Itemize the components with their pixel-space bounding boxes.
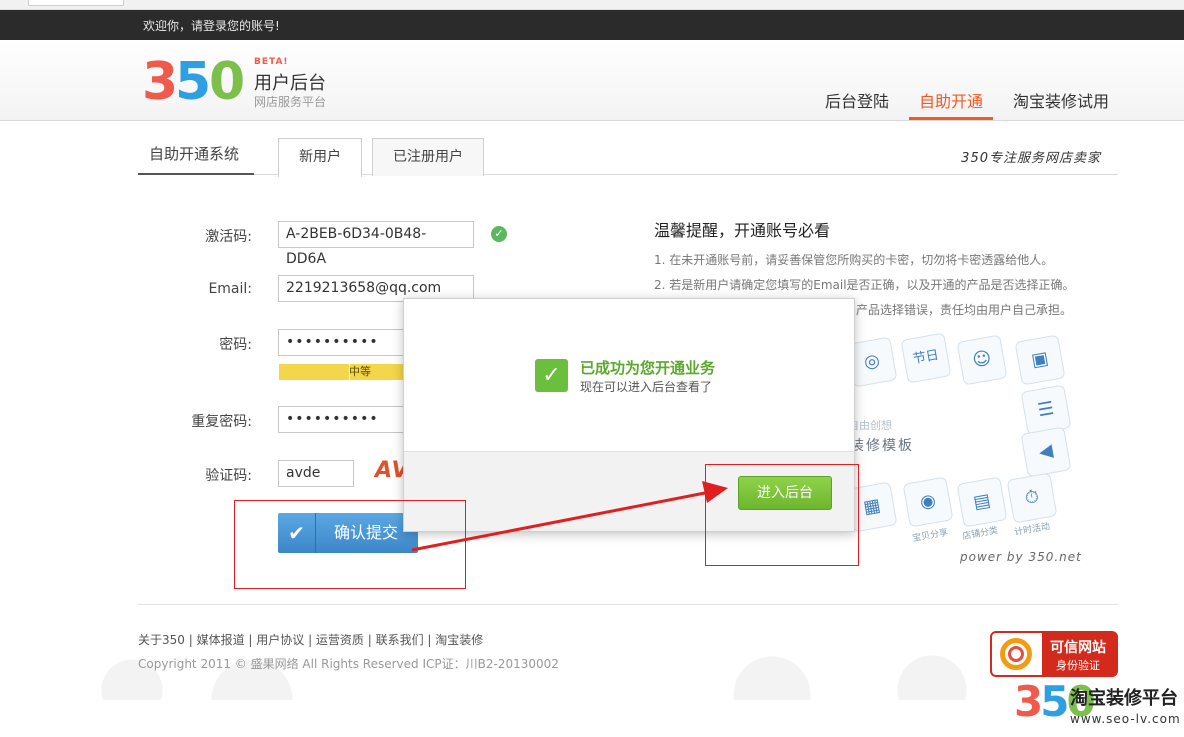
arrow-head [702, 481, 728, 503]
arrow-shaft [411, 490, 711, 552]
annotation-arrow [411, 481, 728, 552]
